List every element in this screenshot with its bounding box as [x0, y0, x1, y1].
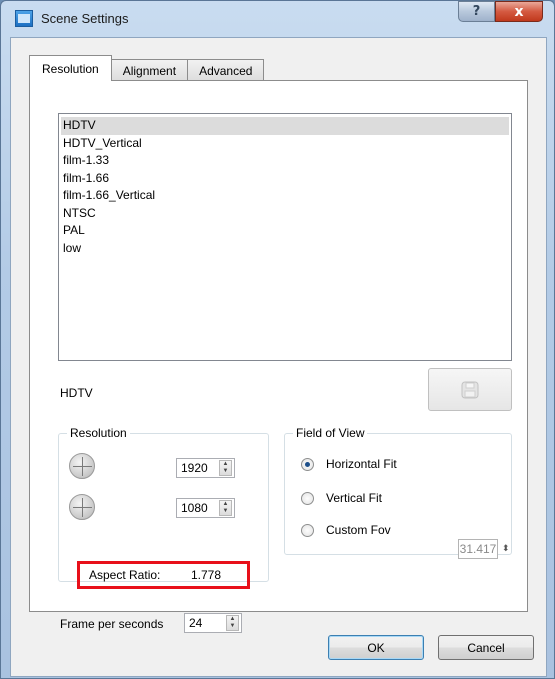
save-preset-button[interactable]	[428, 368, 512, 411]
close-button[interactable]: x	[495, 1, 543, 22]
width-spin-arrows[interactable]: ▲ ▼	[219, 460, 232, 476]
height-dial-icon	[69, 494, 95, 520]
custom-fov-option[interactable]: Custom Fov	[301, 523, 391, 537]
list-item[interactable]: low	[61, 240, 509, 258]
window-title: Scene Settings	[41, 11, 129, 26]
fps-label: Frame per seconds	[60, 617, 164, 631]
dialog-client-area: Resolution Alignment Advanced HDTV HDTV_…	[10, 37, 547, 677]
horizontal-fit-label: Horizontal Fit	[326, 457, 397, 471]
field-of-view-group: Field of View Horizontal Fit Vertical Fi…	[284, 426, 512, 555]
tab-advanced[interactable]: Advanced	[187, 59, 265, 81]
app-icon	[15, 10, 33, 27]
width-value: 1920	[181, 461, 208, 475]
width-dial-icon	[69, 453, 95, 479]
tab-alignment[interactable]: Alignment	[110, 59, 189, 81]
aspect-ratio-highlight: Aspect Ratio: 1.778	[77, 561, 250, 589]
preset-list[interactable]: HDTV HDTV_Vertical film-1.33 film-1.66 f…	[58, 113, 512, 361]
fps-spin-arrows[interactable]: ▲ ▼	[226, 615, 239, 631]
list-item[interactable]: PAL	[61, 222, 509, 240]
horizontal-fit-radio[interactable]	[301, 457, 314, 471]
ok-button[interactable]: OK	[328, 635, 424, 660]
custom-fov-label: Custom Fov	[326, 523, 391, 537]
horizontal-fit-option[interactable]: Horizontal Fit	[301, 457, 397, 471]
resolution-tab-panel: HDTV HDTV_Vertical film-1.33 film-1.66 f…	[29, 80, 528, 633]
height-value: 1080	[181, 501, 208, 515]
list-item[interactable]: film-1.66	[61, 170, 509, 188]
list-item[interactable]: HDTV_Vertical	[61, 135, 509, 153]
vertical-fit-option[interactable]: Vertical Fit	[301, 491, 382, 505]
cancel-button[interactable]: Cancel	[438, 635, 534, 660]
list-item[interactable]: NTSC	[61, 205, 509, 223]
height-spin-arrows[interactable]: ▲ ▼	[219, 500, 232, 516]
fps-spinbox[interactable]: 24 ▲ ▼	[184, 613, 242, 633]
list-item[interactable]: film-1.66_Vertical	[61, 187, 509, 205]
floppy-disk-icon	[461, 381, 479, 398]
aspect-ratio-label: Aspect Ratio:	[89, 568, 161, 582]
help-button[interactable]: ?	[458, 1, 495, 22]
width-spinbox[interactable]: 1920 ▲ ▼	[176, 458, 235, 478]
custom-fov-spin-icon: ⬍	[502, 543, 510, 553]
resolution-group-label: Resolution	[67, 426, 130, 440]
list-item[interactable]: film-1.33	[61, 152, 509, 170]
list-item[interactable]: HDTV	[61, 117, 509, 135]
vertical-fit-label: Vertical Fit	[326, 491, 383, 505]
resolution-group: Resolution 1920 ▲ ▼ 1080 ▲ ▼	[58, 426, 269, 582]
fov-group-label: Field of View	[293, 426, 368, 440]
fps-value: 24	[189, 616, 203, 630]
vertical-fit-radio[interactable]	[301, 491, 314, 505]
current-preset-name: HDTV	[60, 386, 93, 400]
custom-fov-radio[interactable]	[301, 523, 314, 537]
aspect-ratio-value: 1.778	[191, 568, 222, 582]
tab-resolution[interactable]: Resolution	[29, 55, 112, 81]
custom-fov-input: 31.417	[458, 539, 498, 559]
scene-settings-window: Scene Settings ? x Resolution Alignment …	[0, 0, 555, 679]
height-spinbox[interactable]: 1080 ▲ ▼	[176, 498, 235, 518]
tab-strip: Resolution Alignment Advanced	[29, 55, 265, 81]
title-bar[interactable]: Scene Settings ? x	[1, 1, 554, 37]
